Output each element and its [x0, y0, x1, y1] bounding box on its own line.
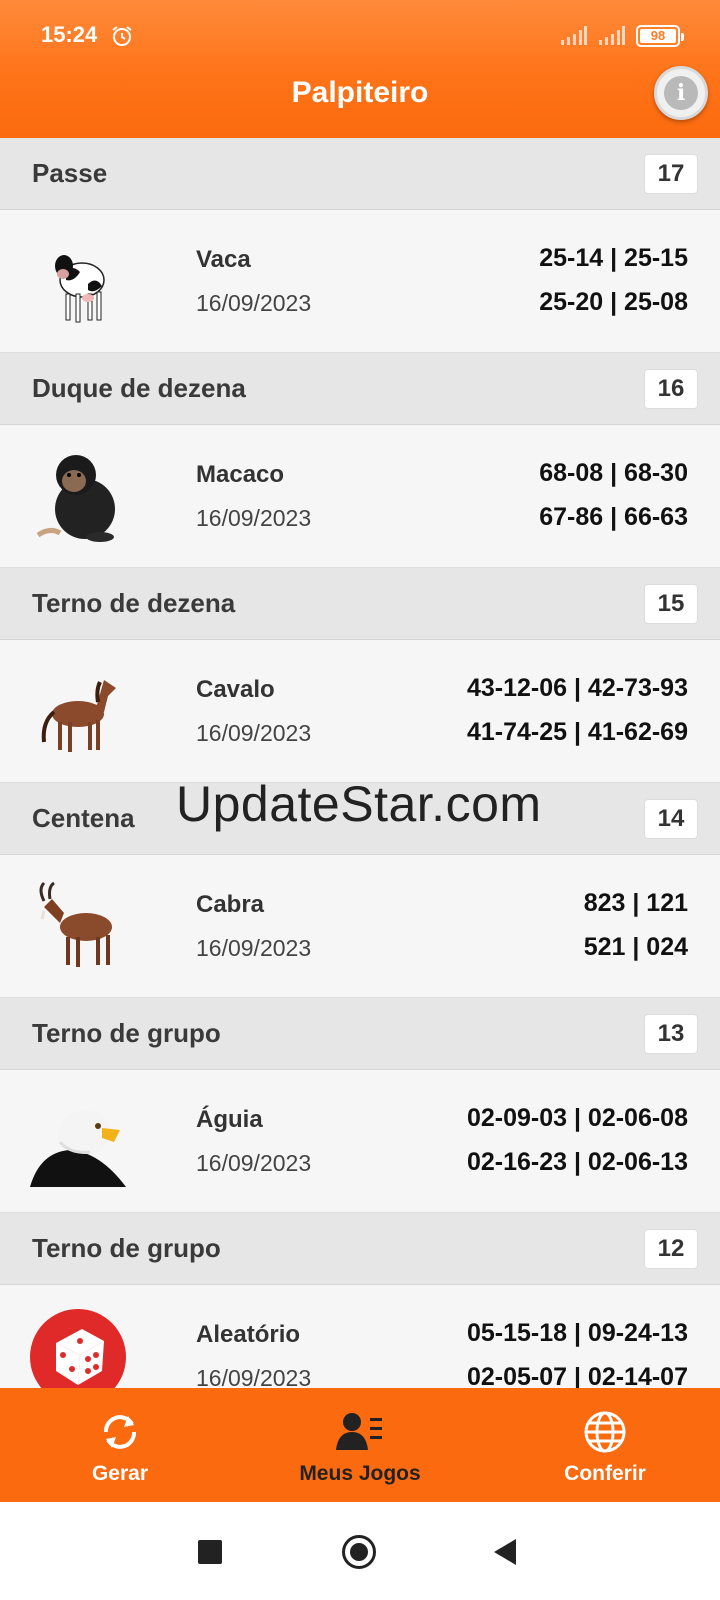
section-count-badge: 14 — [644, 799, 698, 839]
watermark-text: UpdateStar.com — [176, 776, 542, 832]
alarm-icon — [112, 26, 132, 46]
nav-conferir-label: Conferir — [564, 1462, 646, 1485]
game-row[interactable]: Aleatório 16/09/2023 05-15-18 | 09-24-13… — [0, 1285, 720, 1388]
numbers-line-2: 02-16-23 | 02-06-13 — [466, 1148, 688, 1176]
numbers-line-2: 521 | 024 — [583, 933, 688, 961]
nav-meus-jogos-label: Meus Jogos — [299, 1462, 421, 1485]
numbers-line-1: 823 | 121 — [583, 889, 688, 917]
signal-icon-2 — [599, 26, 625, 45]
page-title: Palpiteiro — [291, 76, 429, 109]
animal-name: Macaco — [196, 461, 285, 488]
section-header: Terno de dezena 15 — [0, 568, 720, 640]
section-count-badge: 13 — [644, 1014, 698, 1054]
numbers-line-1: 05-15-18 | 09-24-13 — [466, 1319, 688, 1347]
section-title: Centena — [32, 803, 135, 833]
game-date: 16/09/2023 — [196, 720, 312, 746]
section-header: Terno de grupo 13 — [0, 998, 720, 1070]
refresh-icon — [104, 1415, 136, 1449]
nav-gerar[interactable]: Gerar — [60, 1388, 180, 1502]
nav-meus-jogos[interactable]: Meus Jogos — [280, 1388, 440, 1502]
game-row[interactable]: Cavalo 16/09/2023 43-12-06 | 42-73-93 41… — [0, 640, 720, 783]
info-button[interactable]: i — [654, 66, 708, 120]
game-row[interactable]: Cabra 16/09/2023 823 | 121 521 | 024 — [0, 855, 720, 998]
dice-icon — [30, 1309, 126, 1388]
nav-gerar-label: Gerar — [91, 1462, 149, 1485]
game-date: 16/09/2023 — [196, 1150, 312, 1176]
info-icon: i — [664, 76, 698, 110]
game-date: 16/09/2023 — [196, 290, 312, 316]
game-date: 16/09/2023 — [196, 505, 312, 531]
game-row[interactable]: Águia 16/09/2023 02-09-03 | 02-06-08 02-… — [0, 1070, 720, 1213]
section-count-badge: 17 — [644, 154, 698, 194]
section-title: Terno de grupo — [32, 1018, 221, 1048]
goat-icon — [39, 881, 112, 967]
battery-level: 98 — [650, 28, 666, 43]
back-button[interactable] — [494, 1539, 516, 1565]
game-date: 16/09/2023 — [196, 1365, 312, 1388]
numbers-line-2: 41-74-25 | 41-62-69 — [466, 718, 688, 746]
section-title: Passe — [32, 158, 108, 188]
section-count-badge: 12 — [644, 1229, 698, 1269]
horse-icon — [41, 680, 116, 752]
animal-name: Cabra — [196, 891, 265, 918]
signal-icon — [561, 26, 587, 45]
monkey-icon — [36, 455, 115, 542]
home-button[interactable] — [342, 1535, 376, 1569]
section-header: Duque de dezena 16 — [0, 353, 720, 425]
game-date: 16/09/2023 — [196, 935, 312, 961]
numbers-line-1: 25-14 | 25-15 — [539, 244, 688, 272]
numbers-line-1: 43-12-06 | 42-73-93 — [466, 674, 688, 702]
numbers-line-1: 02-09-03 | 02-06-08 — [466, 1104, 688, 1132]
section-header: Passe 17 — [0, 138, 720, 210]
user-list-icon — [336, 1413, 382, 1450]
animal-name: Águia — [196, 1106, 263, 1133]
numbers-line-2: 02-05-07 | 02-14-07 — [466, 1363, 688, 1388]
games-list[interactable]: Passe 17 Vaca 16/09/2023 25-14 | 25-15 2… — [0, 138, 720, 1388]
section-title: Duque de dezena — [32, 373, 246, 403]
status-bar: 15:24 98 — [0, 0, 720, 70]
cow-icon — [55, 255, 105, 323]
animal-name: Aleatório — [196, 1321, 301, 1348]
eagle-icon — [30, 1110, 126, 1187]
section-count-badge: 15 — [644, 584, 698, 624]
animal-name: Cavalo — [196, 676, 275, 703]
section-header: Terno de grupo 12 — [0, 1213, 720, 1285]
numbers-line-2: 67-86 | 66-63 — [539, 503, 688, 531]
numbers-line-2: 25-20 | 25-08 — [539, 288, 688, 316]
section-title: Terno de dezena — [32, 588, 236, 618]
app-bar: 15:24 98 Palpiteiro i — [0, 0, 720, 138]
nav-conferir[interactable]: Conferir — [540, 1388, 670, 1502]
battery-icon: 98 — [636, 25, 684, 47]
bottom-navigation: Gerar Meus Jogos Conferir — [0, 1388, 720, 1502]
status-time: 15:24 — [41, 22, 98, 47]
numbers-line-1: 68-08 | 68-30 — [539, 459, 688, 487]
game-row[interactable]: Vaca 16/09/2023 25-14 | 25-15 25-20 | 25… — [0, 210, 720, 353]
section-count-badge: 16 — [644, 369, 698, 409]
section-title: Terno de grupo — [32, 1233, 221, 1263]
globe-icon — [584, 1411, 626, 1453]
game-row[interactable]: Macaco 16/09/2023 68-08 | 68-30 67-86 | … — [0, 425, 720, 568]
recents-button[interactable] — [198, 1540, 222, 1564]
animal-name: Vaca — [196, 246, 251, 273]
system-navigation-bar — [0, 1502, 720, 1600]
